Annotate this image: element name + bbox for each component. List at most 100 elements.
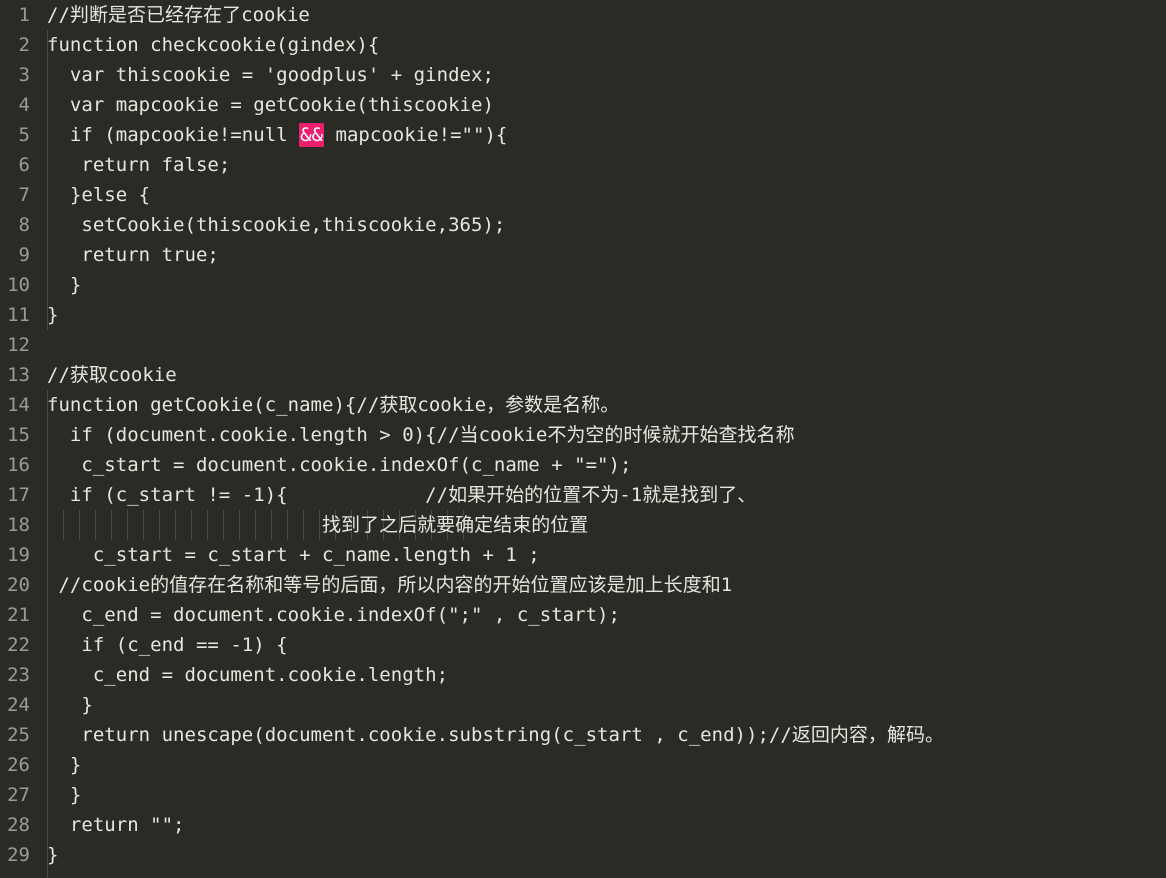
line-number: 12 [7, 334, 30, 356]
line-number: 16 [7, 454, 30, 476]
code-content-area[interactable]: //判断是否已经存在了cookie function checkcookie(gi… [47, 0, 1166, 878]
code-text-cjk: 如果开始的位置不为 [448, 484, 620, 506]
line-number: 20 [7, 574, 30, 596]
code-text-latin: //cookie [47, 574, 151, 596]
line-number: 27 [7, 784, 30, 806]
line-number: 18 [7, 514, 30, 536]
code-line[interactable]: } [47, 840, 58, 870]
code-editor[interactable]: //判断是否已经存在了cookie function checkcookie(gi… [0, 0, 1166, 878]
code-text-latin: if (c_end == -1) { [47, 634, 288, 656]
code-line[interactable]: } [47, 690, 93, 720]
code-line[interactable]: c_end = document.cookie.indexOf(";" , c_… [47, 600, 620, 630]
line-number: 1 [18, 4, 30, 26]
line-number: 23 [7, 664, 30, 686]
code-text-cjk: ，参数是名称。 [486, 394, 620, 416]
line-number: 5 [18, 124, 30, 146]
line-number: 19 [7, 544, 30, 566]
code-line[interactable]: setCookie(thiscookie,thiscookie,365); [47, 210, 505, 240]
code-text-latin: var mapcookie = getCookie(thiscookie) [47, 94, 494, 116]
code-line[interactable]: function getCookie(c_name){//获取cookie，参数… [47, 390, 619, 420]
code-line[interactable]: } [47, 780, 81, 810]
code-text-cjk: 判断是否已经存在了 [69, 4, 242, 26]
code-line[interactable]: //判断是否已经存在了cookie [47, 0, 310, 30]
code-line[interactable]: c_start = c_start + c_name.length + 1 ; [47, 540, 540, 570]
code-text-latin: return unescape(document.cookie.substrin… [47, 724, 792, 746]
code-line[interactable]: if (document.cookie.length > 0){//当cooki… [47, 420, 795, 450]
code-line[interactable]: //获取cookie [47, 360, 177, 390]
code-text-latin: -1 [619, 484, 643, 506]
code-text-latin: if (mapcookie!=null [47, 124, 300, 146]
search-match-highlight: && [299, 123, 325, 147]
line-number: 7 [18, 184, 30, 206]
code-text-latin: } [47, 844, 59, 866]
code-text-latin: c_start = c_start + c_name.length + 1 ; [47, 544, 540, 566]
code-text-latin: function getCookie(c_name){// [47, 394, 380, 416]
code-line[interactable]: } [47, 750, 81, 780]
code-line[interactable]: 找到了之后就要确定结束的位置 [47, 510, 588, 540]
code-text-latin: // [47, 4, 70, 26]
code-line[interactable]: return unescape(document.cookie.substrin… [47, 720, 944, 750]
code-text-cjk: 的值存在名称和等号的后面，所以内容的开始位置应该是加上长度和 [150, 574, 721, 596]
line-number: 25 [7, 724, 30, 746]
line-number: 3 [18, 64, 30, 86]
line-number: 8 [18, 214, 30, 236]
line-number: 22 [7, 634, 30, 656]
code-line[interactable]: return true; [47, 240, 219, 270]
code-text-latin: mapcookie!=""){ [324, 124, 508, 146]
code-line[interactable]: if (c_start != -1){ //如果开始的位置不为-1就是找到了、 [47, 480, 756, 510]
code-text-latin: } [47, 694, 93, 716]
code-text-latin: // [47, 364, 70, 386]
code-line[interactable]: function checkcookie(gindex){ [47, 30, 379, 60]
code-line[interactable]: }else { [47, 180, 150, 210]
code-line[interactable]: if (mapcookie!=null && mapcookie!=""){ [47, 120, 507, 150]
code-text-latin: return false; [47, 154, 231, 176]
code-text-latin: } [47, 784, 82, 806]
code-text-latin: if (c_start != -1){ // [47, 484, 449, 506]
code-text-latin: var thiscookie = 'goodplus' + gindex; [47, 64, 494, 86]
line-number: 6 [18, 154, 30, 176]
code-text-latin: 1 [720, 574, 733, 596]
code-text-latin: function checkcookie(gindex){ [47, 34, 380, 56]
line-number: 15 [7, 424, 30, 446]
code-text-latin: setCookie(thiscookie,thiscookie,365); [47, 214, 506, 236]
line-number-gutter: 1 2 3 4 5 6 7 8 9 10 11 12 13 14 15 16 17 18 19 20 21 22 23 24 2… [0, 0, 40, 878]
code-text-cjk: 找到了之后就要确定结束的位置 [322, 514, 589, 536]
line-number: 13 [7, 364, 30, 386]
code-line[interactable]: c_end = document.cookie.length; [47, 660, 448, 690]
code-text-latin: } [47, 274, 82, 296]
code-line[interactable]: c_start = document.cookie.indexOf(c_name… [47, 450, 631, 480]
code-text-cjk: 就是找到了、 [642, 484, 757, 506]
code-text-latin: } [47, 754, 82, 776]
code-text-latin: cookie [241, 4, 310, 26]
line-number: 17 [7, 484, 30, 506]
code-line[interactable]: if (c_end == -1) { [47, 630, 288, 660]
code-line[interactable]: return false; [47, 150, 230, 180]
line-number: 28 [7, 814, 30, 836]
line-number: 2 [18, 34, 30, 56]
line-number: 24 [7, 694, 30, 716]
line-number: 26 [7, 754, 30, 776]
code-line[interactable]: } [47, 300, 58, 330]
code-line[interactable]: //cookie的值存在名称和等号的后面，所以内容的开始位置应该是加上长度和1 [47, 570, 732, 600]
code-text-latin: if (document.cookie.length > 0){// [47, 424, 460, 446]
code-text-latin: return true; [47, 244, 219, 266]
code-line[interactable]: var mapcookie = getCookie(thiscookie) [47, 90, 494, 120]
line-number: 9 [18, 244, 30, 266]
code-text-cjk: 当 [459, 424, 479, 446]
code-line[interactable]: return ""; [47, 810, 185, 840]
code-text-cjk: 获取 [379, 394, 418, 416]
code-text-latin [47, 514, 322, 536]
code-line[interactable]: } [47, 270, 81, 300]
code-text-latin: cookie [417, 394, 487, 416]
line-number: 10 [7, 274, 30, 296]
code-text-latin: return ""; [47, 814, 185, 836]
code-text-latin: cookie [478, 424, 548, 446]
line-number: 21 [7, 604, 30, 626]
code-text-latin: } [47, 304, 59, 326]
code-text-latin: c_end = document.cookie.length; [47, 664, 449, 686]
code-line[interactable]: var thiscookie = 'goodplus' + gindex; [47, 60, 494, 90]
code-text-latin: c_end = document.cookie.indexOf(";" , c_… [47, 604, 620, 626]
code-text-cjk: 不为空的时候就开始查找名称 [547, 424, 795, 446]
code-text-cjk: 获取 [69, 364, 108, 386]
line-number: 11 [7, 304, 30, 326]
